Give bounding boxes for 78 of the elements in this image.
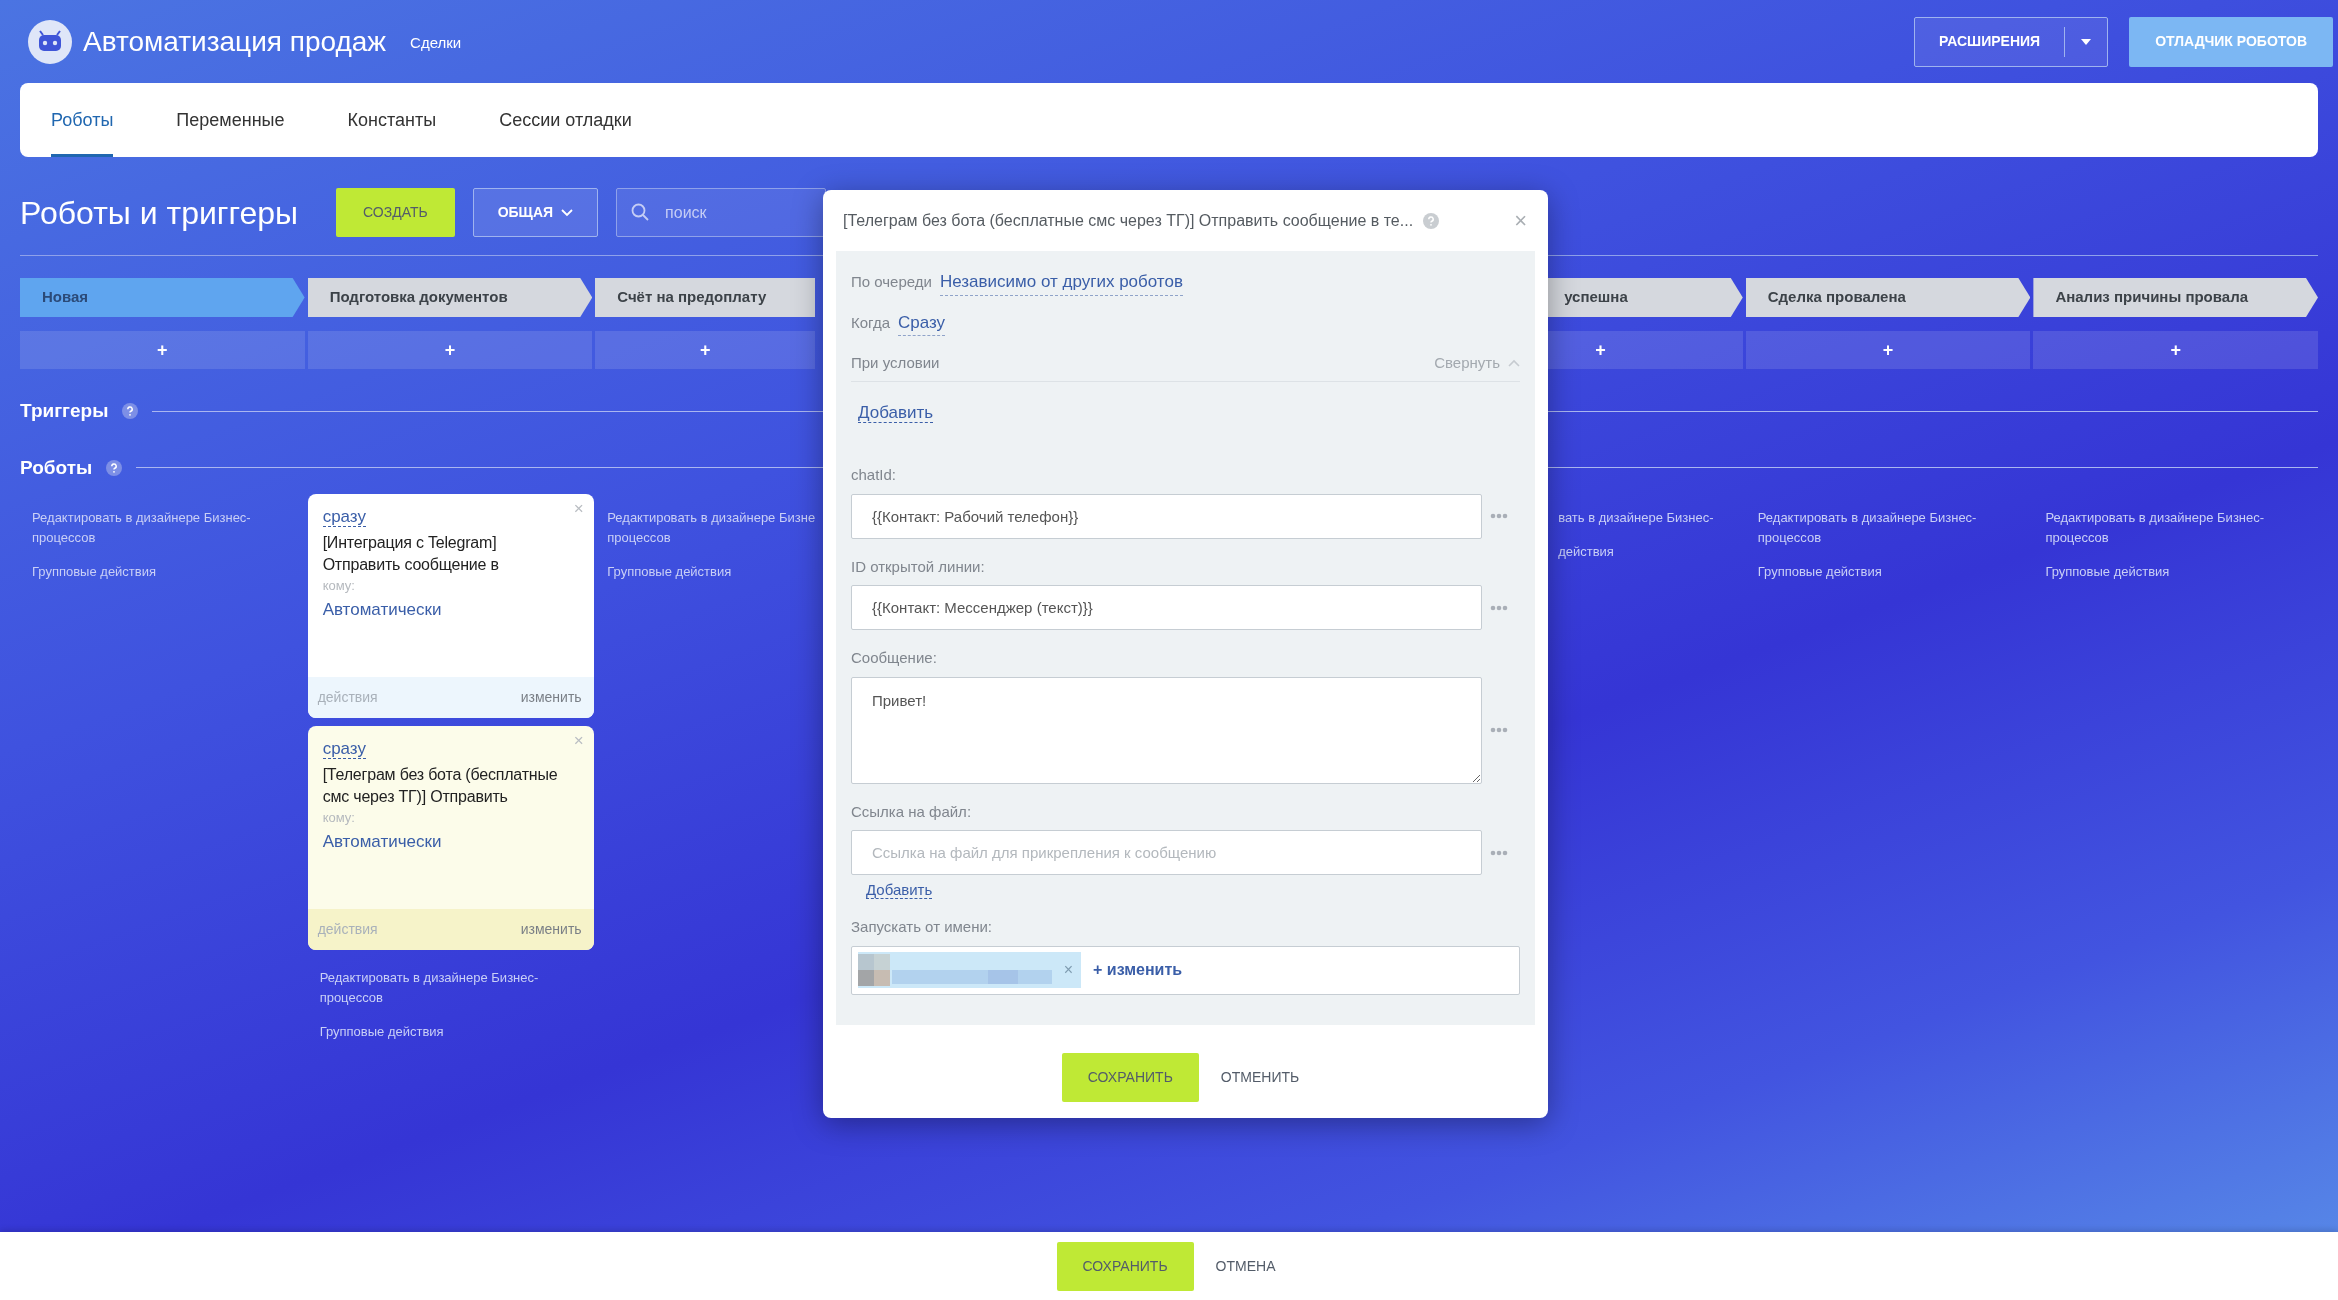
- recipient-label: кому:: [322, 576, 356, 595]
- robot-column-link[interactable]: Редактировать в дизайнере Бизнес- процессов: [1757, 508, 2031, 548]
- caret-down-icon[interactable]: [2081, 38, 2092, 45]
- help-icon[interactable]: [122, 403, 139, 420]
- more-options-icon[interactable]: [1490, 513, 1508, 519]
- blurred-avatar-icon: [858, 954, 1054, 986]
- robot-column-link[interactable]: вать в дизайнере Бизнес-: [1558, 508, 1743, 528]
- more-options-icon[interactable]: [1490, 727, 1508, 733]
- robot-delay-link[interactable]: сразу: [322, 507, 366, 527]
- recipient-value: Автоматически: [322, 599, 443, 621]
- chevron-up-icon: [1508, 359, 1520, 368]
- recipient-value: Автоматически: [322, 831, 443, 853]
- edit-link[interactable]: изменить: [520, 687, 584, 708]
- help-icon[interactable]: [106, 459, 123, 476]
- change-user-link[interactable]: + изменить: [1093, 958, 1183, 982]
- robot-column-link[interactable]: Групповые действия: [1757, 562, 2031, 582]
- page-subtitle[interactable]: Сделки: [410, 32, 462, 55]
- add-link[interactable]: Добавить: [866, 881, 933, 899]
- tab[interactable]: Роботы: [51, 83, 114, 157]
- extensions-button[interactable]: РАСШИРЕНИЯ: [1914, 16, 2109, 67]
- add-robot-button[interactable]: +: [2033, 331, 2318, 369]
- robot-column-link[interactable]: Редактировать в дизайнере Бизнес- процессов: [319, 968, 593, 1008]
- input-field[interactable]: Ссылка на файл для прикрепления к сообщению: [851, 830, 1482, 875]
- add-robot-button[interactable]: +: [307, 331, 593, 369]
- filter-dropdown[interactable]: ОБЩАЯ: [472, 188, 599, 237]
- user-field[interactable]: × + изменить: [851, 945, 1520, 995]
- pipeline-stage[interactable]: Подготовка документов: [307, 278, 593, 317]
- tab[interactable]: Переменные: [176, 83, 285, 157]
- section-heading: Триггеры: [20, 399, 109, 423]
- robot-column-link[interactable]: Редактировать в дизайнере Бизнес- процессов: [32, 508, 305, 548]
- robot-title: [Телеграм без бота (бесплатные смс через ТГ)] Отправить: [322, 764, 559, 807]
- queue-label: По очереди: [851, 272, 932, 292]
- add-robot-button[interactable]: +: [20, 331, 305, 369]
- queue-mode-link[interactable]: Независимо от других роботов: [939, 269, 1183, 296]
- when-label: Когда: [851, 312, 890, 333]
- field-label: Ссылка на файл:: [851, 801, 973, 822]
- input-field[interactable]: {{Контакт: Рабочий телефон}}: [851, 493, 1482, 539]
- pipeline-stage[interactable]: Сделка провалена: [1745, 278, 2031, 317]
- robot-column-link[interactable]: Редактировать в дизайнере Бизнес- процессов: [2045, 508, 2318, 548]
- robot-column-link[interactable]: Групповые действия: [2045, 562, 2318, 582]
- tab[interactable]: Константы: [347, 83, 437, 157]
- robot-logo-icon: [28, 19, 72, 64]
- create-button[interactable]: СОЗДАТЬ: [336, 188, 455, 237]
- pipeline-stage[interactable]: Счёт на предоплату: [595, 278, 816, 317]
- field-label: ID открытой линии:: [851, 556, 986, 577]
- more-options-icon[interactable]: [1490, 849, 1508, 856]
- when-link[interactable]: Сразу: [898, 309, 946, 336]
- dialog-title: [Телеграм без бота (бесплатные смс через ТГ)] Отправить сообщение в те...: [843, 210, 1414, 231]
- pipeline-stage[interactable]: Анализ причины провала: [2033, 278, 2318, 317]
- robot-title: [Интеграция с Telegram] Отправить сообщение в: [322, 532, 500, 575]
- robot-column-link[interactable]: Групповые действия: [32, 562, 305, 582]
- section-heading: Роботы: [20, 455, 93, 480]
- chevron-down-icon: [561, 208, 574, 217]
- add-robot-button[interactable]: +: [595, 331, 816, 369]
- field-label: Запускать от имени:: [851, 917, 994, 937]
- tab[interactable]: Сессии отладки: [499, 83, 632, 157]
- field-label: Сообщение:: [851, 648, 938, 668]
- add-robot-button[interactable]: +: [1745, 331, 2031, 369]
- input-field[interactable]: {{Контакт: Мессенджер (текст)}}: [851, 585, 1482, 630]
- recipient-label: кому:: [322, 808, 356, 827]
- section-title: Роботы и триггеры: [20, 193, 299, 233]
- robot-column-link[interactable]: Групповые действия: [319, 1022, 593, 1042]
- pipeline-stage[interactable]: Новая: [20, 278, 305, 317]
- save-button[interactable]: СОХРАНИТЬ: [1056, 1241, 1194, 1291]
- add-condition-link[interactable]: Добавить: [858, 402, 934, 423]
- edit-link[interactable]: изменить: [520, 919, 584, 940]
- condition-label: При условии: [851, 353, 940, 373]
- more-options-icon[interactable]: [1490, 604, 1508, 611]
- message-field[interactable]: Привет!: [851, 676, 1482, 784]
- page-title: Автоматизация продаж: [83, 24, 387, 59]
- search-icon: [631, 203, 650, 221]
- save-button[interactable]: СОХРАНИТЬ: [1061, 1052, 1199, 1102]
- cancel-button[interactable]: ОТМЕНИТЬ: [1210, 1052, 1310, 1102]
- robot-column-link[interactable]: действия: [1558, 542, 1743, 562]
- robot-delay-link[interactable]: сразу: [322, 739, 366, 759]
- robot-card[interactable]: сразу [Телеграм без бота (бесплатные смс через ТГ)] Отправить кому: Автоматически × действия изменить: [307, 726, 594, 950]
- field-label: chatId:: [851, 465, 898, 485]
- cancel-button[interactable]: ОТМЕНА: [1205, 1241, 1286, 1291]
